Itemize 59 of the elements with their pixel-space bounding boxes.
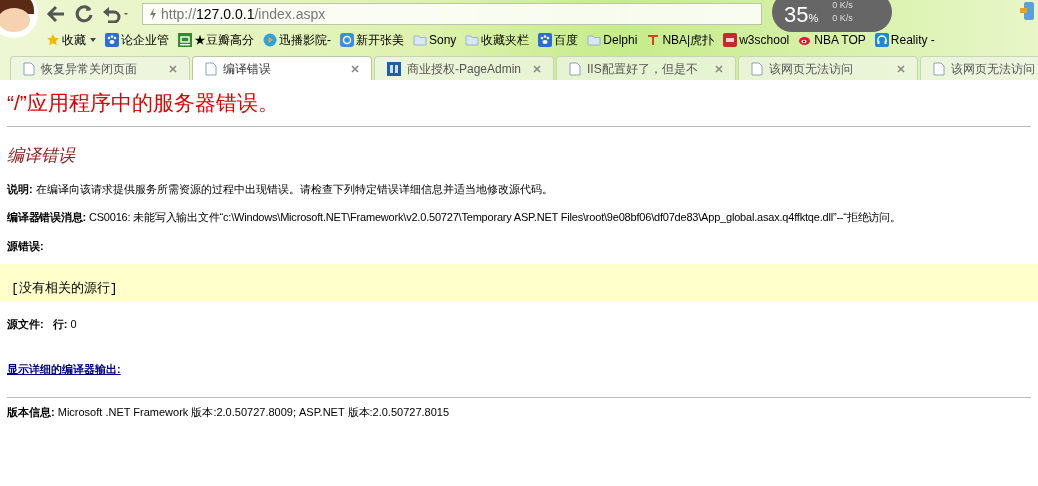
version-info: 版本信息: Microsoft .NET Framework 版本:2.0.50727.8009; ASP.NET 版本:2.0.50727.8015	[7, 405, 451, 420]
page-icon	[751, 61, 763, 76]
browser-tab[interactable]: 商业授权-PageAdmin	[374, 56, 554, 80]
meter-percent: 35%	[784, 4, 819, 26]
description-text: 说明: 在编译向该请求提供服务所需资源的过程中出现错误。请检查下列特定错误详细信息并适当地修改源代码。	[7, 181, 554, 197]
error-heading: “/”应用程序中的服务器错误。	[7, 90, 280, 116]
browser-tab[interactable]: 编译错误	[192, 56, 372, 80]
paw-icon	[105, 33, 119, 47]
paw-icon	[538, 33, 553, 47]
bookmark-item[interactable]: NBA TOP	[798, 31, 866, 49]
folder-icon	[413, 33, 427, 47]
bookmark-item[interactable]: 论企业管	[105, 31, 169, 49]
browser-tab[interactable]: IIS配置好了，但是不	[556, 56, 736, 80]
bookmark-item[interactable]: NBA|虎扑	[646, 31, 715, 49]
refresh-icon[interactable]	[74, 4, 94, 24]
bookmark-item[interactable]: 百度	[538, 31, 579, 49]
address-field[interactable]: http://127.0.0.1/index.aspx	[142, 3, 762, 25]
phone-icon[interactable]	[1020, 2, 1034, 20]
compiler-message: 编译器错误消息: CS0016: 未能写入输出文件“c:\Windows\Microsoft.NET\Framework\v2.0.50727\Temporary ASP.NET Files\root\9e08bf06\df07de83\App_global.asax.q4ffktqe.dll”--“拒绝访问。	[7, 210, 902, 225]
star-icon	[46, 33, 60, 47]
close-icon[interactable]	[897, 64, 905, 73]
page-icon	[569, 61, 581, 76]
bookmark-item[interactable]: w3school	[723, 31, 790, 49]
close-icon[interactable]	[169, 64, 177, 73]
back-icon[interactable]	[46, 5, 66, 23]
source-error-label: 源错误:	[7, 238, 45, 254]
details-link[interactable]: 显示详细的编译器输出:	[7, 360, 121, 377]
folder-icon	[465, 33, 480, 47]
bookmark-item[interactable]: 新开张美	[340, 31, 404, 49]
headphones-icon	[874, 33, 889, 47]
pa-logo-icon	[387, 61, 401, 76]
bookmark-item[interactable]: ★豆瓣高分	[178, 31, 254, 49]
close-icon[interactable]	[351, 64, 359, 73]
square-logo-icon	[178, 33, 192, 47]
browser-tab[interactable]: 该网页无法访问	[920, 56, 1038, 80]
source-code-text: [没有相关的源行]	[11, 279, 118, 298]
play-icon	[263, 33, 277, 47]
url-text: http://127.0.0.1/index.aspx	[161, 4, 326, 24]
error-subheading: 编译错误	[7, 145, 77, 167]
folder-icon	[587, 33, 602, 47]
bookmark-item[interactable]: 迅播影院-	[263, 31, 331, 49]
page-icon	[205, 61, 217, 76]
bookmark-item[interactable]: 收藏	[46, 31, 96, 49]
bookmark-item[interactable]: 收藏夹栏	[465, 31, 530, 49]
bookmark-item[interactable]: Reality -	[874, 31, 935, 49]
bookmark-item[interactable]: Sony	[413, 31, 457, 49]
undo-icon[interactable]	[102, 5, 130, 23]
bookmark-item[interactable]: Delphi	[587, 31, 638, 49]
upload-speed: 0 K/s	[832, 0, 853, 12]
browser-tab[interactable]: 该网页无法访问	[738, 56, 918, 80]
source-file-line: 源文件: 行: 0	[7, 317, 78, 332]
lightning-icon	[149, 8, 157, 20]
download-speed: 0 K/s	[832, 12, 853, 25]
page-icon	[933, 61, 945, 76]
close-icon[interactable]	[533, 64, 541, 73]
page-icon	[23, 61, 35, 76]
close-icon[interactable]	[715, 64, 723, 73]
browser-tab[interactable]: 恢复异常关闭页面	[10, 56, 190, 80]
dropdown-caret-icon	[90, 38, 96, 42]
